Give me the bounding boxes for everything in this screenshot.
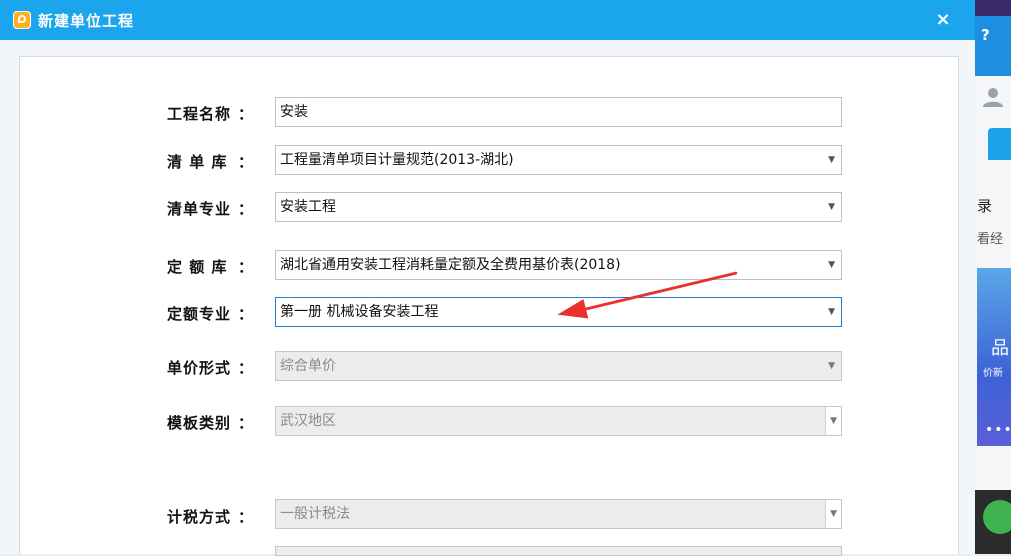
background-tab[interactable] [988, 128, 1011, 160]
bill-library-value: 工程量清单项目计量规范(2013-湖北) [280, 152, 514, 168]
new-unit-project-dialog: 新建单位工程 × 工程名称 ： 安装 清 单 库 ： 工程量清单项目计量规范(2… [0, 0, 975, 556]
background-text: 看经 [977, 232, 1004, 247]
chevron-down-icon[interactable]: ▼ [828, 251, 835, 279]
colon: ： [238, 414, 254, 432]
quota-specialty-value: 第一册 机械设备安装工程 [280, 304, 439, 320]
chevron-down-icon: ▼ [830, 509, 837, 519]
colon: ： [238, 153, 254, 171]
tax-method-select[interactable]: 一般计税法 ▼ [275, 499, 842, 529]
quota-specialty-select[interactable]: 第一册 机械设备安装工程 ▼ [275, 297, 842, 327]
background-footer [975, 490, 1011, 554]
project-name-value: 安装 [280, 104, 308, 120]
user-icon[interactable] [978, 86, 1008, 108]
chevron-down-icon[interactable]: ▼ [828, 352, 835, 380]
unit-price-form-select[interactable]: 综合单价 ▼ [275, 351, 842, 381]
bill-specialty-select[interactable]: 安装工程 ▼ [275, 192, 842, 222]
chevron-down-icon[interactable]: ▼ [828, 298, 835, 326]
template-type-value: 武汉地区 [280, 413, 336, 429]
background-banner[interactable]: 品 价新 ••• [977, 268, 1011, 446]
quota-library-label: 定 额 库 [167, 258, 228, 276]
colon: ： [238, 258, 254, 276]
next-field-partial[interactable] [275, 546, 842, 556]
colon: ： [238, 305, 254, 323]
background-window: ? 录 看经 品 价新 ••• [975, 0, 1011, 554]
colon: ： [238, 105, 254, 123]
dialog-titlebar[interactable]: 新建单位工程 × [0, 0, 975, 40]
colon: ： [238, 508, 254, 526]
chat-icon[interactable] [983, 500, 1011, 534]
tax-method-label: 计税方式 [167, 508, 232, 526]
help-icon[interactable]: ? [981, 26, 990, 44]
project-name-input[interactable]: 安装 [275, 97, 842, 127]
bill-library-select[interactable]: 工程量清单项目计量规范(2013-湖北) ▼ [275, 145, 842, 175]
close-button[interactable]: × [930, 8, 956, 32]
colon: ： [238, 359, 254, 377]
dialog-title: 新建单位工程 [38, 12, 135, 30]
dropdown-button[interactable]: ▼ [825, 407, 841, 435]
template-type-select[interactable]: 武汉地区 ▼ [275, 406, 842, 436]
dropdown-button[interactable]: ▼ [825, 500, 841, 528]
tax-method-value: 一般计税法 [280, 506, 350, 522]
bill-specialty-value: 安装工程 [280, 199, 336, 215]
bill-specialty-label: 清单专业 [167, 200, 232, 218]
colon: ： [238, 200, 254, 218]
unit-price-form-label: 单价形式 [167, 359, 232, 377]
unit-price-form-value: 综合单价 [280, 358, 336, 374]
background-text: 录 [977, 197, 993, 215]
chevron-down-icon: ▼ [830, 416, 837, 426]
template-type-label: 模板类别 [167, 414, 232, 432]
banner-pager: ••• [985, 422, 1011, 438]
background-top-bar [975, 0, 1011, 16]
chevron-down-icon[interactable]: ▼ [828, 146, 835, 174]
quota-specialty-label: 定额专业 [167, 305, 232, 323]
quota-library-select[interactable]: 湖北省通用安装工程消耗量定额及全费用基价表(2018) ▼ [275, 250, 842, 280]
banner-text: 品 [991, 338, 1009, 359]
background-header: ? [975, 16, 1011, 76]
banner-text: 价新 [983, 368, 1003, 379]
chevron-down-icon[interactable]: ▼ [828, 193, 835, 221]
quota-library-value: 湖北省通用安装工程消耗量定额及全费用基价表(2018) [280, 257, 621, 273]
bill-library-label: 清 单 库 [167, 153, 228, 171]
app-logo-icon [13, 11, 31, 29]
project-name-label: 工程名称 [167, 105, 232, 123]
